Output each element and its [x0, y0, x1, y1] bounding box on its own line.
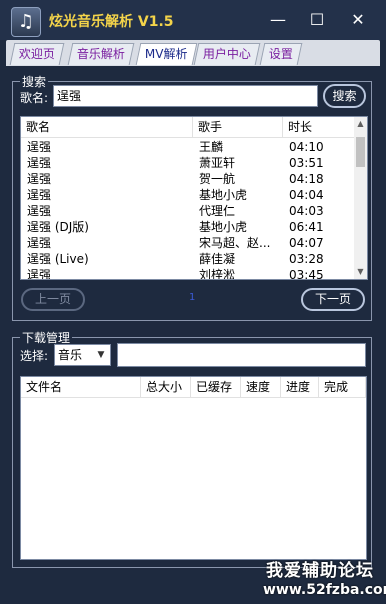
column-duration[interactable]: 时长 [283, 117, 355, 137]
duration-cell: 03:28 [289, 252, 324, 266]
duration-cell: 03:51 [289, 156, 324, 170]
column-artist[interactable]: 歌手 [193, 117, 283, 137]
tab-label: 音乐解析 [76, 47, 125, 61]
result-row[interactable]: 逞强 贺一航 04:18 [21, 171, 351, 187]
tab-bar: 欢迎页 音乐解析 MV解析 用户中心 设置 [6, 40, 380, 66]
type-select[interactable]: 音乐 ▼ [54, 344, 111, 366]
results-header: 歌名 歌手 时长 [21, 117, 367, 138]
tab-label: 设置 [268, 47, 293, 61]
artist-cell: 贺一航 [199, 172, 236, 186]
artist-cell: 基地小虎 [199, 220, 248, 234]
song-cell: 逞强 [27, 172, 52, 186]
result-row[interactable]: 逞强 (Live) 薛佳凝 03:28 [21, 251, 351, 267]
artist-cell: 基地小虎 [199, 188, 248, 202]
column-progress[interactable]: 进度 [281, 377, 319, 397]
song-cell: 逞强 [27, 204, 52, 218]
minimize-button[interactable]: — [263, 8, 293, 32]
result-row[interactable]: 逞强 宋马超、赵... 04:07 [21, 235, 351, 251]
tab-music-parse[interactable]: 音乐解析 [67, 43, 135, 65]
tab-label: 欢迎页 [18, 47, 55, 61]
prev-page-button[interactable]: 上一页 [21, 288, 85, 311]
tab-label: MV解析 [144, 47, 188, 61]
song-name-label: 歌名: [20, 91, 49, 105]
column-song[interactable]: 歌名 [21, 117, 193, 137]
result-row[interactable]: 逞强 (DJ版) 基地小虎 06:41 [21, 219, 351, 235]
song-cell: 逞强 [27, 140, 52, 154]
results-list[interactable]: 歌名 歌手 时长 逞强 王麟 04:10 逞强 萧亚轩 03:51 逞强 贺一航 04:18 逞强… [20, 116, 368, 280]
song-cell: 逞强 [27, 236, 52, 250]
search-button[interactable]: 搜索 [323, 84, 366, 108]
result-row[interactable]: 逞强 代理仁 04:03 [21, 203, 351, 219]
tab-settings[interactable]: 设置 [259, 43, 303, 65]
artist-cell: 萧亚轩 [199, 156, 236, 170]
save-path-input[interactable] [117, 343, 366, 367]
artist-cell: 王麟 [199, 140, 224, 154]
watermark-url: www.52fzba.com [263, 582, 386, 598]
column-speed[interactable]: 速度 [241, 377, 281, 397]
song-cell: 逞强 [27, 156, 52, 170]
scroll-up-icon[interactable]: ▲ [354, 117, 367, 131]
artist-cell: 代理仁 [199, 204, 236, 218]
app-window: ♫ 炫光音乐解析 V1.5 — ☐ ✕ 欢迎页 音乐解析 MV解析 用户中心 设… [0, 0, 386, 604]
duration-cell: 03:45 [289, 268, 324, 280]
window-title: 炫光音乐解析 V1.5 [49, 14, 174, 30]
tab-label: 用户中心 [202, 47, 251, 61]
tab-user-center[interactable]: 用户中心 [193, 43, 261, 65]
scroll-down-icon[interactable]: ▼ [354, 265, 367, 279]
result-row[interactable]: 逞强 刘梓淞 03:45 [21, 267, 351, 280]
result-row[interactable]: 逞强 萧亚轩 03:51 [21, 155, 351, 171]
duration-cell: 04:03 [289, 204, 324, 218]
next-page-button[interactable]: 下一页 [301, 288, 365, 311]
scroll-thumb[interactable] [356, 137, 365, 167]
chevron-down-icon: ▼ [97, 350, 105, 360]
column-cached[interactable]: 已缓存 [191, 377, 241, 397]
duration-cell: 04:18 [289, 172, 324, 186]
duration-cell: 04:07 [289, 236, 324, 250]
song-cell: 逞强 (DJ版) [27, 220, 89, 234]
artist-cell: 刘梓淞 [199, 268, 236, 280]
song-cell: 逞强 [27, 188, 52, 202]
song-cell: 逞强 (Live) [27, 252, 89, 266]
select-label: 选择: [20, 349, 49, 363]
tab-mv-parse[interactable]: MV解析 [135, 43, 197, 65]
type-select-value: 音乐 [58, 348, 83, 362]
close-button[interactable]: ✕ [343, 8, 373, 32]
column-done[interactable]: 完成 [319, 377, 366, 397]
tab-welcome[interactable]: 欢迎页 [9, 43, 65, 65]
column-total-size[interactable]: 总大小 [141, 377, 191, 397]
watermark-text: 我爱辅助论坛 [266, 561, 374, 581]
download-header: 文件名 总大小 已缓存 速度 进度 完成 [21, 377, 366, 398]
duration-cell: 06:41 [289, 220, 324, 234]
duration-cell: 04:04 [289, 188, 324, 202]
download-list[interactable]: 文件名 总大小 已缓存 速度 进度 完成 [20, 376, 367, 560]
title-bar: ♫ 炫光音乐解析 V1.5 — ☐ ✕ [0, 0, 386, 40]
song-cell: 逞强 [27, 268, 52, 280]
result-row[interactable]: 逞强 基地小虎 04:04 [21, 187, 351, 203]
duration-cell: 04:10 [289, 140, 324, 154]
search-group-label: 搜索 [20, 73, 49, 90]
music-note-icon: ♫ [11, 7, 41, 37]
result-row[interactable]: 逞强 王麟 04:10 [21, 139, 351, 155]
page-indicator: 1 [189, 292, 196, 303]
maximize-button[interactable]: ☐ [302, 8, 332, 32]
artist-cell: 宋马超、赵... [199, 236, 271, 250]
results-scrollbar[interactable]: ▲ ▼ [354, 117, 367, 279]
column-filename[interactable]: 文件名 [21, 377, 141, 397]
song-name-input[interactable]: 逞强 [53, 85, 318, 107]
artist-cell: 薛佳凝 [199, 252, 236, 266]
